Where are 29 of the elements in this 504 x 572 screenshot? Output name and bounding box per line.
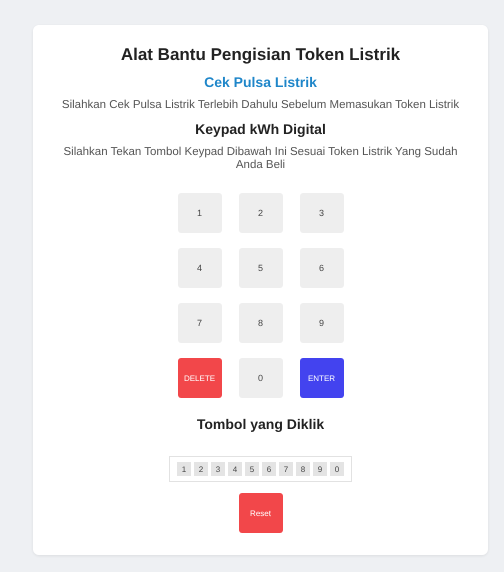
keypad-heading: Keypad kWh Digital [195,121,326,137]
digit-key[interactable]: 9 [300,303,344,343]
page-title: Alat Bantu Pengisian Token Listrik [120,45,400,65]
clicked-key-chip: 5 [245,462,259,476]
check-balance-link[interactable]: Cek Pulsa Listrik [204,74,317,90]
digit-key[interactable]: 5 [238,248,282,288]
digit-key[interactable]: 7 [178,303,222,343]
digit-key[interactable]: 0 [238,358,282,398]
clicked-key-chip: 9 [313,462,327,476]
clicked-key-chip: 3 [211,462,225,476]
clicked-key-chip: 8 [296,462,310,476]
clicked-key-chip: 7 [279,462,293,476]
reset-button[interactable]: Reset [238,493,282,533]
digit-key[interactable]: 8 [238,303,282,343]
intro-text: Silahkan Cek Pulsa Listrik Terlebih Dahulu Sebelum Memasukan Token Listrik [62,99,460,112]
clicked-key-chip: 6 [262,462,276,476]
clicked-key-chip: 4 [228,462,242,476]
digit-key[interactable]: 3 [300,193,344,233]
clicked-key-chip: 1 [177,462,191,476]
digit-key[interactable]: 6 [300,248,344,288]
clicked-key-chip: 2 [194,462,208,476]
enter-button[interactable]: ENTER [300,358,344,398]
digit-key[interactable]: 4 [178,248,222,288]
clicked-key-chip: 0 [330,462,344,476]
digit-key[interactable]: 1 [178,193,222,233]
clicked-heading: Tombol yang Diklik [196,416,324,432]
delete-button[interactable]: DELETE [178,358,222,398]
digit-key[interactable]: 2 [238,193,282,233]
keypad-hint: Silahkan Tekan Tombol Keypad Dibawah Ini Sesuai Token Listrik Yang Sudah Anda Beli [62,146,459,172]
